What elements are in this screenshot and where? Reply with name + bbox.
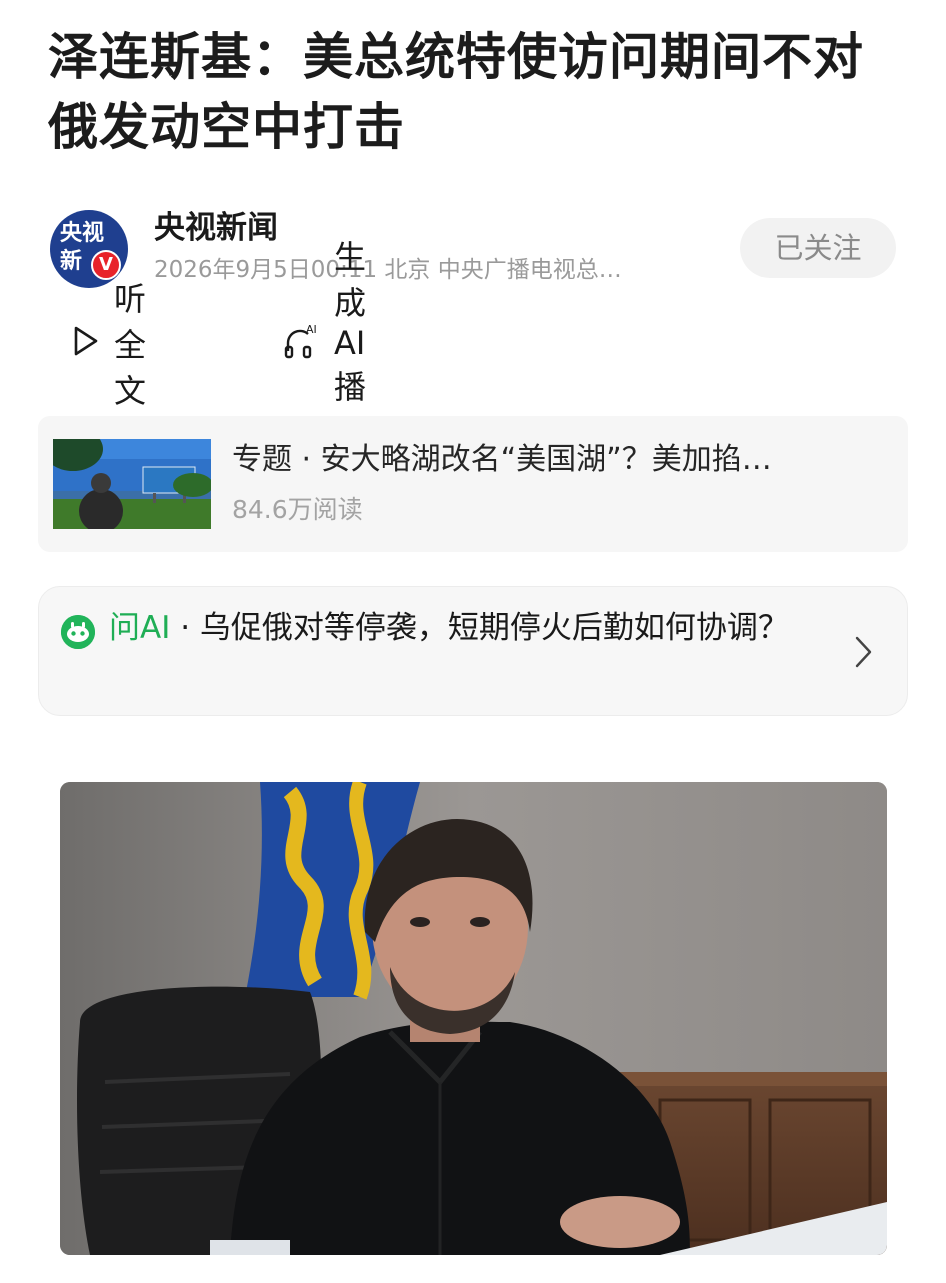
ask-ai-text: 问AI · 乌促俄对等停袭，短期停火后勤如何协调？ <box>109 607 829 649</box>
topic-read-count: 84.6万阅读 <box>232 495 363 524</box>
topic-thumbnail <box>53 439 211 529</box>
play-outline-icon <box>70 323 102 363</box>
headphones-ai-icon: AI <box>282 321 322 365</box>
follow-button[interactable]: 已关注 <box>740 218 896 278</box>
avatar-text-2: 新 <box>60 249 83 274</box>
ask-ai-separator: · <box>170 610 200 646</box>
chevron-right-icon[interactable] <box>853 635 873 673</box>
listen-button[interactable]: 听全文 <box>70 280 146 410</box>
topic-card[interactable]: 专题 · 安大略湖改名“美国湖”？美加掐… 84.6万阅读 <box>38 416 908 552</box>
ai-assistant-icon <box>61 615 95 649</box>
ask-ai-brand: 问AI <box>109 610 171 646</box>
article-title: 泽连斯基：美总统特使访问期间不对俄发动空中打击 <box>48 28 864 156</box>
author-row: 央视 新 V 央视新闻 2026年9月5日00:11 北京 中央广播电视总… 已… <box>50 208 896 288</box>
publish-meta: 2026年9月5日00:11 北京 中央广播电视总… <box>154 257 622 283</box>
author-name[interactable]: 央视新闻 <box>154 208 278 248</box>
ask-ai-question: 乌促俄对等停袭，短期停火后勤如何协调？ <box>199 610 789 646</box>
generate-podcast-button[interactable]: AI 生成AI播客 <box>282 238 366 452</box>
topic-title: 专题 · 安大略湖改名“美国湖”？美加掐… <box>232 442 772 477</box>
ask-ai-card[interactable]: 问AI · 乌促俄对等停袭，短期停火后勤如何协调？ <box>38 586 908 716</box>
podcast-ai-badge: AI <box>306 323 317 336</box>
listen-label: 听全文 <box>114 280 147 410</box>
article-photo[interactable] <box>60 782 887 1255</box>
avatar-text-1: 央视 <box>60 221 105 246</box>
